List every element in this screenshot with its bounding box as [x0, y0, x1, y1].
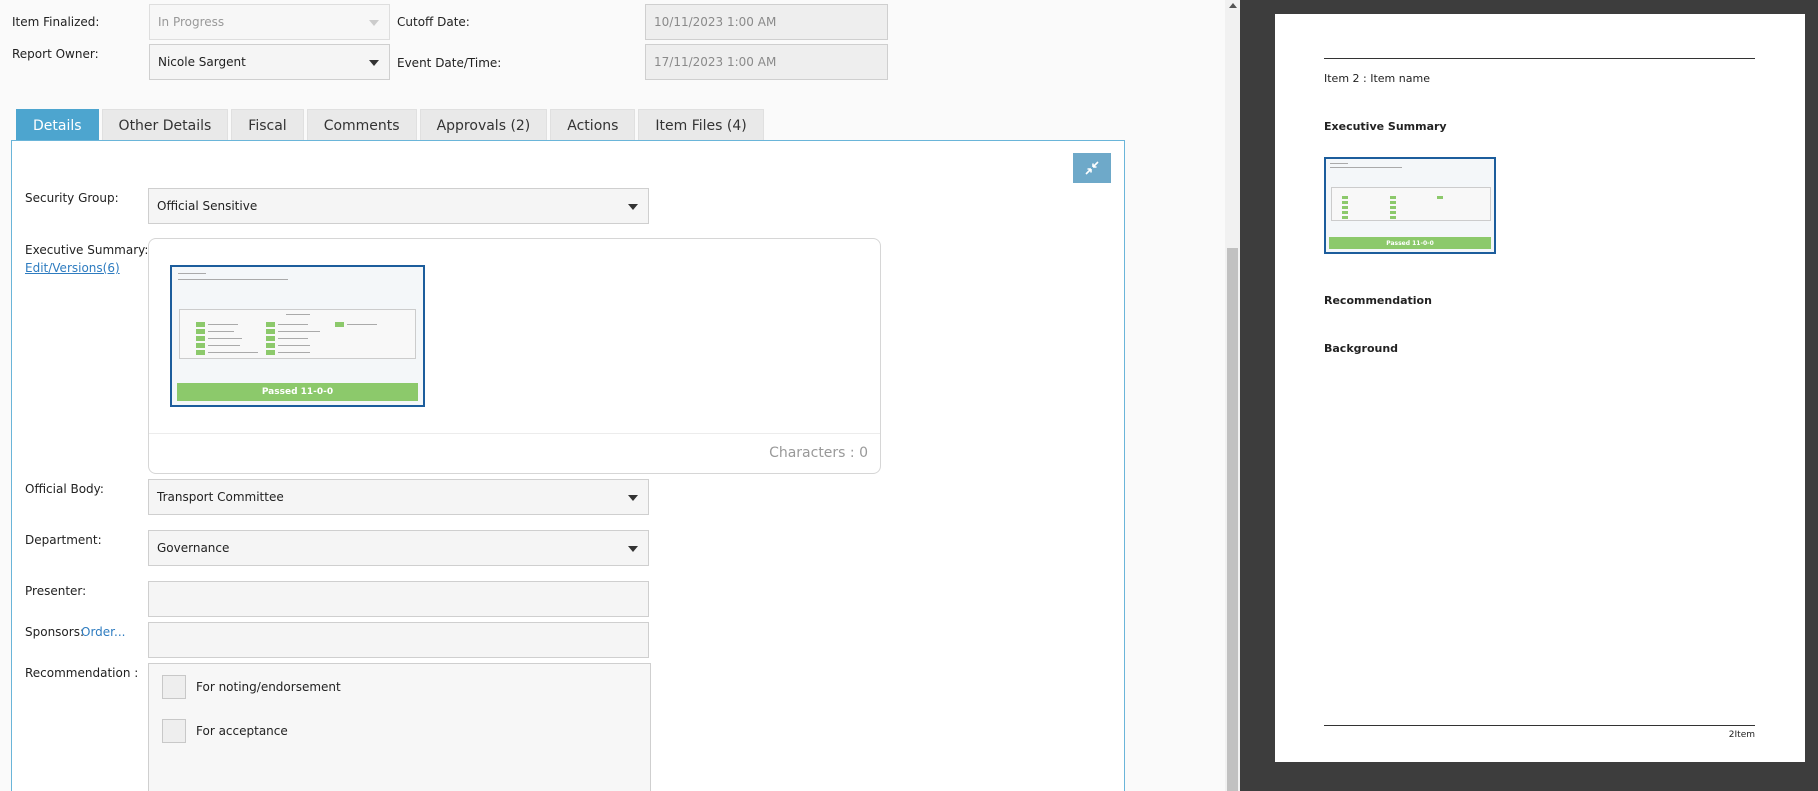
official-body-value: Transport Committee	[157, 490, 284, 504]
characters-count: Characters : 0	[769, 445, 868, 461]
chevron-down-icon	[369, 60, 379, 66]
chevron-down-icon	[628, 204, 638, 210]
tab-actions[interactable]: Actions	[550, 109, 636, 141]
exec-summary-editor[interactable]: Passed 11-0-0 Characters : 0	[148, 238, 881, 474]
passed-bar: Passed 11-0-0	[177, 383, 418, 401]
cutoff-date-label: Cutoff Date:	[397, 15, 470, 29]
item-finalized-label: Item Finalized:	[12, 15, 100, 29]
cutoff-date-value: 10/11/2023 1:00 AM	[654, 15, 777, 29]
item-finalized-select[interactable]: In Progress	[149, 4, 390, 40]
preview-recommendation-heading: Recommendation	[1324, 294, 1432, 307]
option-acceptance-label: For acceptance	[196, 724, 288, 738]
security-group-value: Official Sensitive	[157, 199, 258, 213]
option-noting-endorsement-label: For noting/endorsement	[196, 680, 341, 694]
department-select[interactable]: Governance	[148, 530, 649, 566]
presenter-field[interactable]	[148, 581, 649, 617]
sponsors-field[interactable]	[148, 622, 649, 658]
tab-fiscal[interactable]: Fiscal	[231, 109, 304, 141]
editor-footer: Characters : 0	[149, 433, 880, 473]
preview-footer-text: 2Item	[1728, 730, 1755, 740]
sponsors-label: Sponsors:	[25, 625, 85, 639]
tab-bar: Details Other Details Fiscal Comments Ap…	[16, 109, 764, 141]
preview-exec-summary-image: Passed 11-0-0	[1324, 157, 1496, 254]
item-form: Item Finalized: In Progress Report Owner…	[0, 0, 1225, 791]
recommendation-label: Recommendation :	[25, 666, 139, 680]
scroll-up-icon[interactable]	[1229, 3, 1237, 8]
cutoff-date-field: 10/11/2023 1:00 AM	[645, 4, 888, 40]
event-datetime-label: Event Date/Time:	[397, 56, 502, 70]
collapse-icon	[1085, 161, 1099, 175]
official-body-label: Official Body:	[25, 482, 104, 496]
department-label: Department:	[25, 533, 102, 547]
preview-exec-summary-heading: Executive Summary	[1324, 120, 1447, 133]
checkbox-acceptance[interactable]	[162, 719, 186, 743]
presenter-label: Presenter:	[25, 584, 87, 598]
report-owner-label: Report Owner:	[12, 47, 99, 61]
tab-comments[interactable]: Comments	[306, 109, 417, 141]
scrollbar-thumb[interactable]	[1227, 248, 1238, 791]
preview-passed-bar: Passed 11-0-0	[1329, 237, 1491, 249]
event-datetime-value: 17/11/2023 1:00 AM	[654, 55, 777, 69]
exec-summary-edit-link[interactable]: Edit/Versions(6)	[25, 261, 120, 275]
preview-item-title: Item 2 : Item name	[1324, 72, 1430, 85]
sponsors-order-link[interactable]: Order...	[81, 625, 125, 639]
tab-other-details[interactable]: Other Details	[101, 109, 229, 141]
exec-summary-label: Executive Summary:	[25, 243, 149, 257]
event-datetime-field: 17/11/2023 1:00 AM	[645, 44, 888, 80]
chevron-down-icon	[628, 495, 638, 501]
exec-summary-image: Passed 11-0-0	[170, 265, 425, 407]
tab-item-files[interactable]: Item Files (4)	[638, 109, 764, 141]
preview-page: Item 2 : Item name Executive Summary Pas…	[1275, 14, 1805, 762]
tab-approvals[interactable]: Approvals (2)	[419, 109, 548, 141]
chevron-down-icon	[628, 546, 638, 552]
department-value: Governance	[157, 541, 230, 555]
report-owner-select[interactable]: Nicole Sargent	[149, 44, 390, 80]
report-owner-value: Nicole Sargent	[158, 55, 246, 69]
collapse-button[interactable]	[1073, 153, 1111, 183]
recommendation-options: For noting/endorsement For acceptance	[148, 663, 651, 791]
preview-background-heading: Background	[1324, 342, 1399, 355]
header-rule	[1324, 58, 1755, 59]
item-finalized-value: In Progress	[158, 15, 225, 29]
vertical-scrollbar[interactable]	[1225, 0, 1240, 791]
chevron-down-icon	[369, 20, 379, 26]
official-body-select[interactable]: Transport Committee	[148, 479, 649, 515]
security-group-select[interactable]: Official Sensitive	[148, 188, 649, 224]
tab-details[interactable]: Details	[16, 109, 99, 141]
document-preview-pane: Item 2 : Item name Executive Summary Pas…	[1240, 0, 1818, 791]
security-group-label: Security Group:	[25, 191, 119, 205]
footer-rule	[1324, 725, 1755, 726]
checkbox-noting-endorsement[interactable]	[162, 675, 186, 699]
